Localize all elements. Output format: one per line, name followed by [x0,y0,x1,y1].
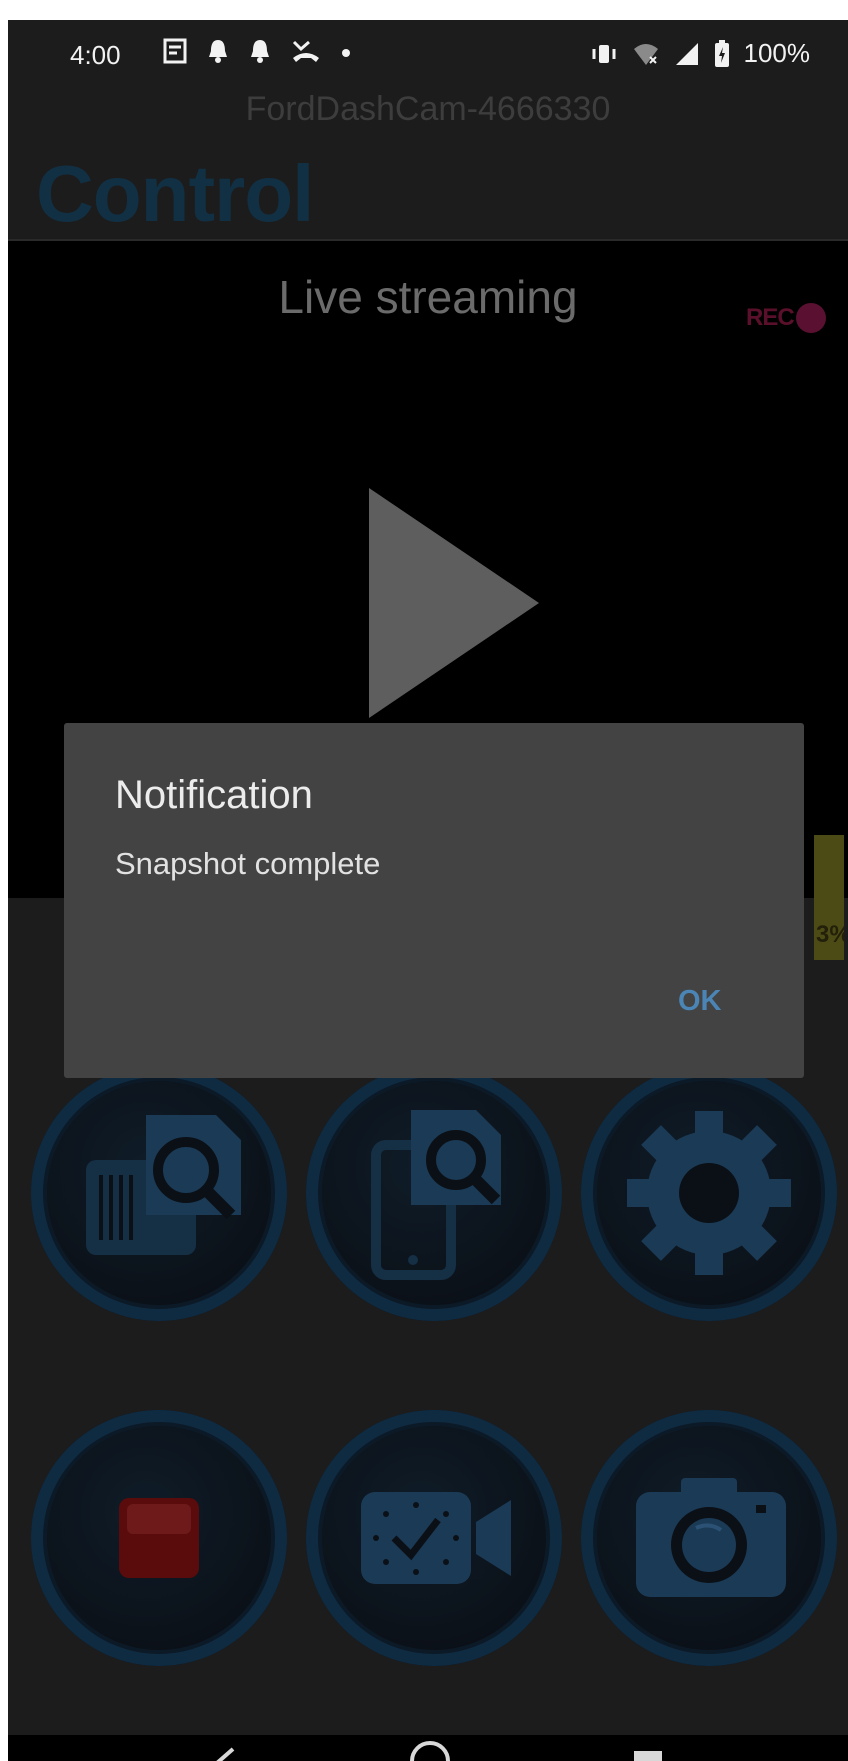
rec-dot-icon [795,303,826,333]
notification-icons [163,38,351,64]
dialog-title: Notification [115,773,313,817]
clock-video-icon [361,1492,511,1584]
bell-icon [251,40,269,63]
side-chip: 3% [814,835,844,960]
recents-icon[interactable] [628,1745,668,1761]
sd-card-search-icon [86,1115,241,1255]
vibrate-icon [592,44,615,63]
stop-icon [119,1498,199,1578]
live-streaming-label: Live streaming [278,271,578,323]
ok-button[interactable]: OK [674,983,726,1020]
cell-signal-icon [675,42,698,65]
snapshot-button[interactable] [581,1410,837,1666]
dot-icon [342,49,350,57]
side-chip-text: 3% [816,921,844,948]
play-icon[interactable] [364,483,544,723]
battery-percent: 100% [743,38,811,68]
bell-icon [209,40,227,63]
app-screen: 4:00 100% FordDashCam-4666330 Control Li… [8,20,848,1761]
gear-icon [627,1111,791,1275]
camera-icon [636,1478,786,1597]
notification-dialog: Notification Snapshot complete OK [64,723,804,1078]
battery-icon [714,39,729,67]
settings-button[interactable] [581,1065,837,1321]
notes-icon [163,38,187,64]
status-bar: 4:00 100% [8,20,848,92]
dialog-message: Snapshot complete [115,846,381,881]
phone-gallery-button[interactable] [306,1065,562,1321]
page-title: Control [36,149,314,238]
home-icon[interactable] [406,1737,454,1761]
phone-search-icon [371,1110,501,1280]
rec-indicator: REC [746,303,826,333]
navigation-bar [8,1735,848,1761]
back-icon[interactable] [203,1743,243,1761]
timed-video-button[interactable] [306,1410,562,1666]
wifi-icon [633,43,658,65]
rec-label: REC [746,304,795,331]
sd-card-gallery-button[interactable] [31,1065,287,1321]
missed-call-icon [292,40,319,62]
stop-record-button[interactable] [31,1410,287,1666]
system-icons: 100% [590,38,811,69]
status-time: 4:00 [70,40,121,70]
device-name: FordDashCam-4666330 [245,90,611,128]
